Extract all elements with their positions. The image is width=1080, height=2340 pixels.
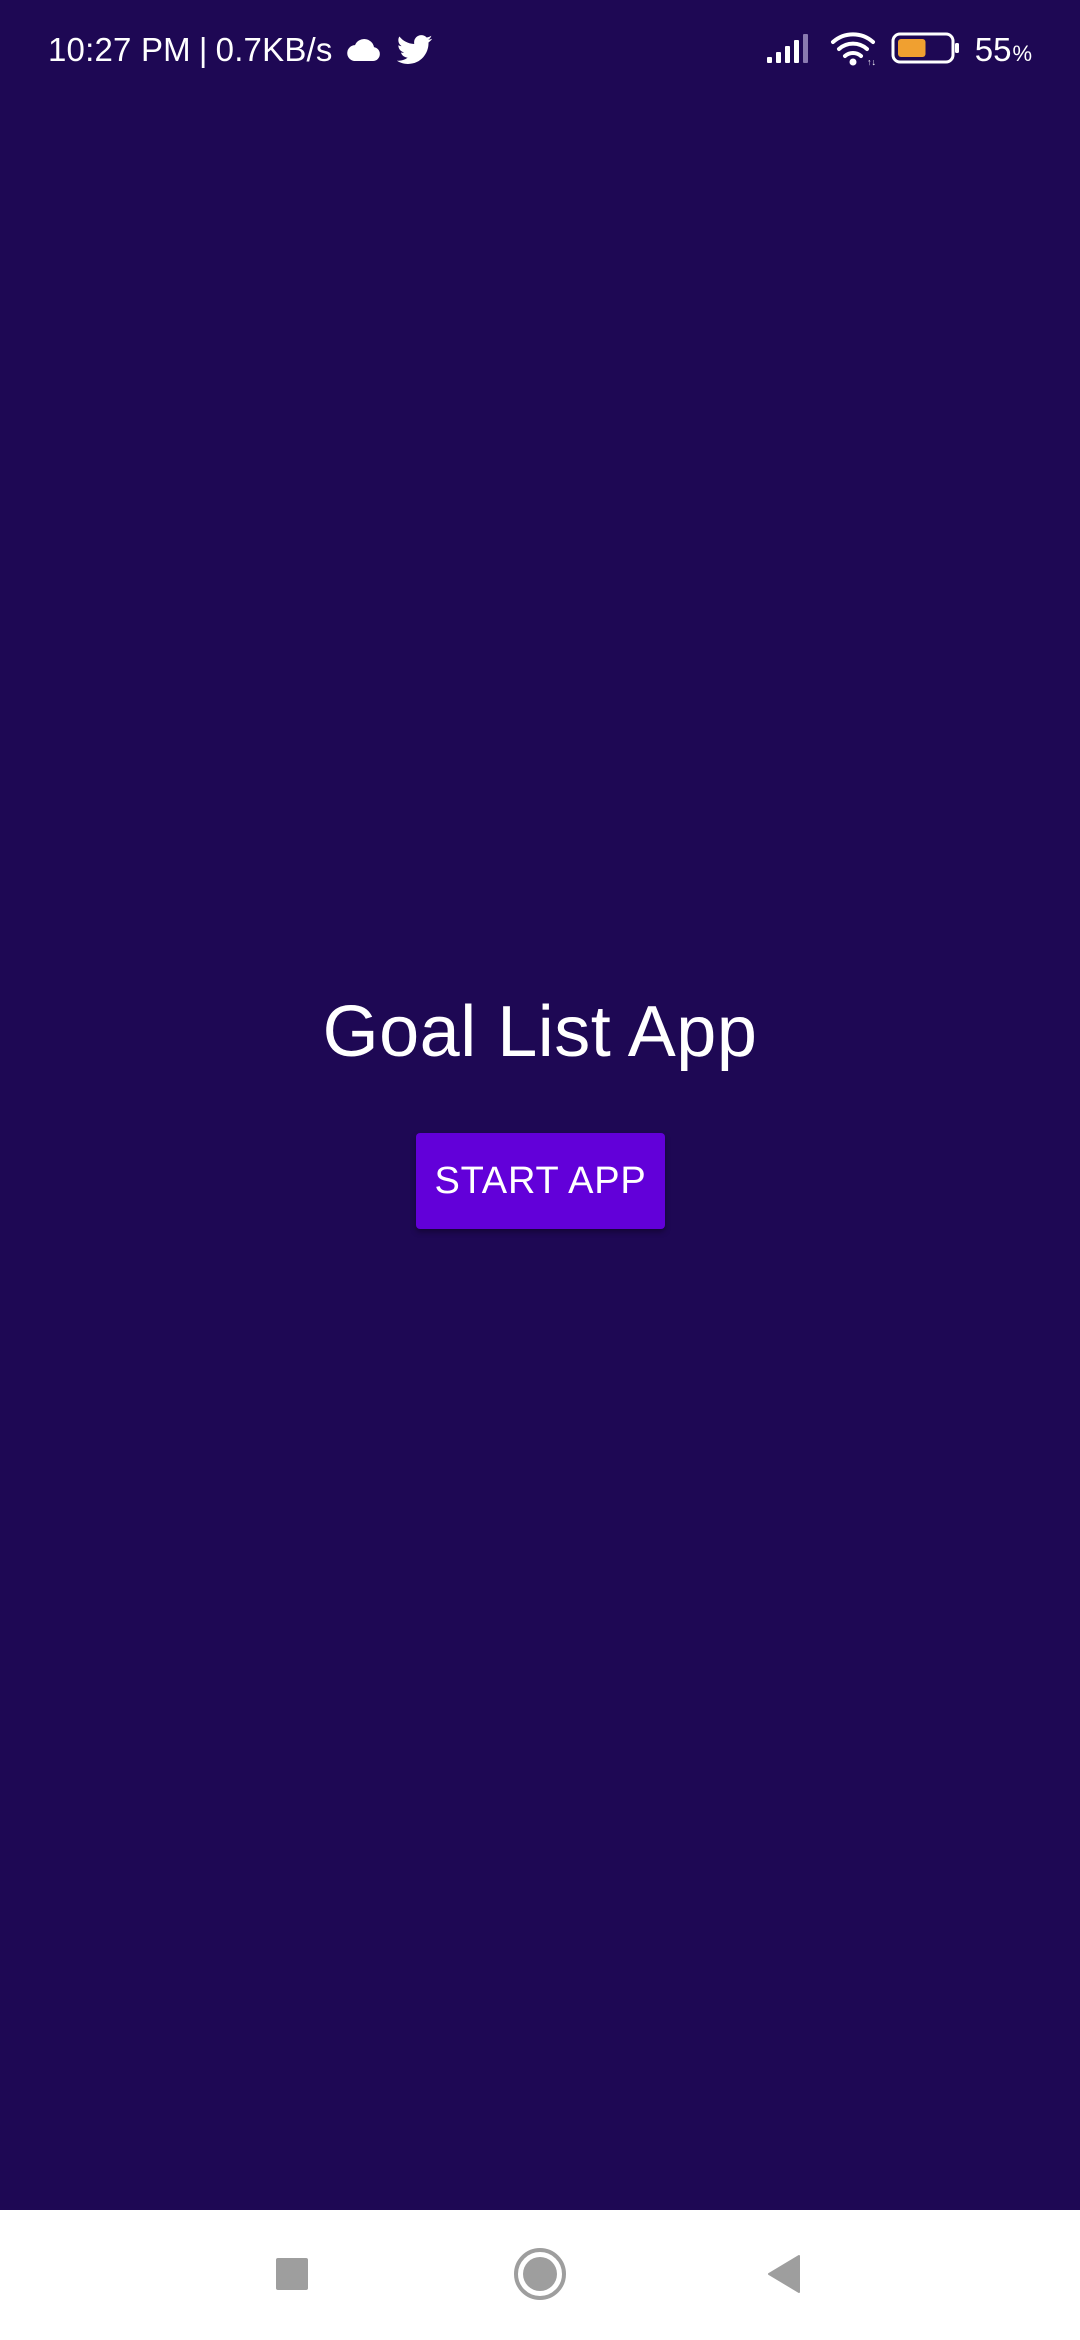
twitter-icon: [396, 35, 433, 65]
start-app-button[interactable]: START APP: [416, 1133, 665, 1229]
status-right: ↑↓ 55 %: [751, 26, 1032, 74]
battery-percentage: 55 %: [975, 31, 1032, 69]
cloud-icon: [345, 37, 381, 63]
navigation-bar: [0, 2210, 1080, 2340]
home-icon: [514, 2248, 566, 2300]
battery-icon: [891, 31, 961, 70]
svg-text:↑↓: ↑↓: [867, 57, 876, 66]
back-button[interactable]: [745, 2234, 825, 2314]
home-button[interactable]: [500, 2234, 580, 2314]
battery-level: 55: [974, 31, 1012, 68]
signal-icon: [765, 33, 815, 68]
status-separator: |: [198, 31, 208, 68]
status-left: 10:27 PM | 0.7KB/s: [48, 26, 433, 74]
wifi-icon: ↑↓: [829, 30, 877, 71]
recents-icon: [276, 2258, 308, 2290]
battery-unit: %: [1012, 41, 1032, 66]
app-title: Goal List App: [322, 992, 758, 1072]
back-icon: [768, 2255, 800, 2293]
recents-button[interactable]: [252, 2234, 332, 2314]
network-speed: 0.7KB/s: [215, 31, 333, 68]
status-time: 10:27 PM: [48, 31, 191, 68]
status-bar: 10:27 PM | 0.7KB/s ↑↓ 55 %: [0, 0, 1080, 100]
